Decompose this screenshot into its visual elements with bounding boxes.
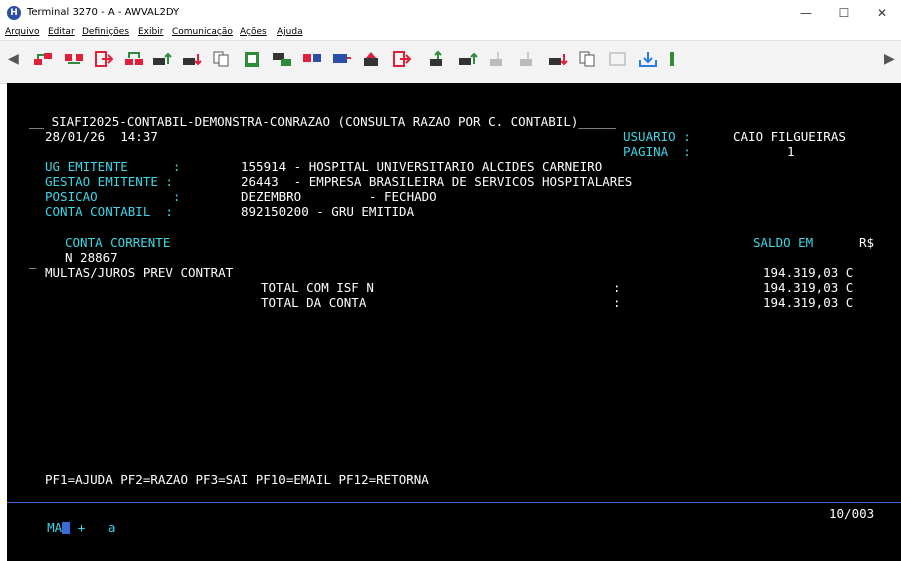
total-conta-label: TOTAL DA CONTA: [261, 295, 367, 310]
menu-acoes[interactable]: Ações: [240, 27, 267, 37]
disabled-transfer-icon[interactable]: [488, 50, 508, 68]
terminal-app-icon: H: [7, 6, 21, 20]
copy-icon[interactable]: [212, 50, 232, 68]
session-link-icon[interactable]: [64, 50, 84, 68]
conta-corrente-header: CONTA CORRENTE: [65, 235, 171, 250]
pagina-value: 1: [787, 144, 795, 159]
status-indicator-icon: [670, 52, 674, 66]
status-cursor: [62, 522, 71, 534]
send-file-icon[interactable]: [152, 50, 172, 68]
status-divider: [7, 502, 901, 503]
connect-hosts-icon[interactable]: [33, 50, 53, 68]
record-macro-icon[interactable]: [362, 50, 382, 68]
menu-ajuda[interactable]: Ajuda: [277, 27, 303, 37]
toolbar: ◀ ▶: [0, 40, 901, 84]
pagina-label: PAGINA :: [623, 144, 691, 159]
pf-keys-legend: PF1=AJUDA PF2=RAZAO PF3=SAI PF10=EMAIL P…: [45, 472, 429, 487]
posicao-value: DEZEMBRO - FECHADO: [241, 189, 437, 204]
keyboard-icon[interactable]: [332, 50, 352, 68]
entry-description: MULTAS/JUROS PREV CONTRAT: [45, 265, 234, 280]
document-icon[interactable]: [578, 50, 598, 68]
ug-emitente-label: UG EMITENTE :: [45, 159, 181, 174]
menu-comunicacao[interactable]: Comunicação: [172, 27, 233, 37]
ug-emitente-value: 155914 - HOSPITAL UNIVERSITARIO ALCIDES …: [241, 159, 603, 174]
paste-icon[interactable]: [242, 50, 262, 68]
menu-editar[interactable]: Editar: [48, 27, 75, 37]
exit-session-icon[interactable]: [94, 50, 114, 68]
minimize-button[interactable]: —: [787, 0, 825, 26]
tray-download-icon[interactable]: [638, 50, 658, 68]
usuario-label: USUARIO :: [623, 129, 691, 144]
conta-contabil-value: 892150200 - GRU EMITIDA: [241, 204, 415, 219]
total-isf-colon: :: [613, 280, 621, 295]
cursor-position: 10/003: [829, 506, 875, 521]
print-screen-icon[interactable]: [272, 50, 292, 68]
usuario-value: CAIO FILGUEIRAS: [733, 129, 846, 144]
currency-label: R$: [859, 235, 875, 250]
send-data-icon[interactable]: [458, 50, 478, 68]
saldo-em-header: SALDO EM: [753, 235, 814, 250]
screen-date-time: 28/01/26 14:37: [45, 129, 158, 144]
menu-bar: Arquivo Editar Definições Exibir Comunic…: [0, 26, 901, 40]
status-operator-area: MA + a: [17, 507, 115, 549]
title-bar: H Terminal 3270 - A - AWVAL2DY — ☐ ✕: [0, 0, 901, 26]
entry-marker[interactable]: _: [29, 255, 37, 269]
window-title: Terminal 3270 - A - AWVAL2DY: [27, 7, 180, 18]
download-icon[interactable]: [548, 50, 568, 68]
logout-icon[interactable]: [392, 50, 412, 68]
gestao-emitente-value: 26443 - EMPRESA BRASILEIRA DE SERVICOS H…: [241, 174, 633, 189]
conta-contabil-label: CONTA CONTABIL :: [45, 204, 173, 219]
macro-icon[interactable]: [302, 50, 322, 68]
total-isf-label: TOTAL COM ISF N: [261, 280, 374, 295]
scroll-left-icon[interactable]: ◀: [8, 51, 19, 67]
total-conta-value: 194.319,03 C: [763, 295, 854, 310]
status-session: a: [107, 520, 116, 535]
entry-code: N 28867: [65, 250, 118, 265]
transfer-hosts-icon[interactable]: [124, 50, 144, 68]
screen-header-title: __ SIAFI2025-CONTABIL-DEMONSTRA-CONRAZAO…: [29, 114, 616, 129]
total-conta-colon: :: [613, 295, 621, 310]
status-mode: MA: [47, 520, 63, 535]
close-button[interactable]: ✕: [863, 0, 901, 26]
gestao-emitente-label: GESTAO EMITENTE :: [45, 174, 173, 189]
upload-icon[interactable]: [428, 50, 448, 68]
entry-value: 194.319,03 C: [763, 265, 854, 280]
disabled-receive-icon[interactable]: [518, 50, 538, 68]
scroll-right-icon[interactable]: ▶: [884, 51, 895, 67]
maximize-button[interactable]: ☐: [825, 0, 863, 26]
disabled-window-icon[interactable]: [608, 50, 628, 68]
menu-arquivo[interactable]: Arquivo: [5, 27, 39, 37]
menu-definicoes[interactable]: Definições: [82, 27, 129, 37]
total-isf-value: 194.319,03 C: [763, 280, 854, 295]
posicao-label: POSICAO :: [45, 189, 181, 204]
receive-file-icon[interactable]: [182, 50, 202, 68]
terminal-screen[interactable]: __ SIAFI2025-CONTABIL-DEMONSTRA-CONRAZAO…: [7, 83, 901, 561]
menu-exibir[interactable]: Exibir: [138, 27, 163, 37]
